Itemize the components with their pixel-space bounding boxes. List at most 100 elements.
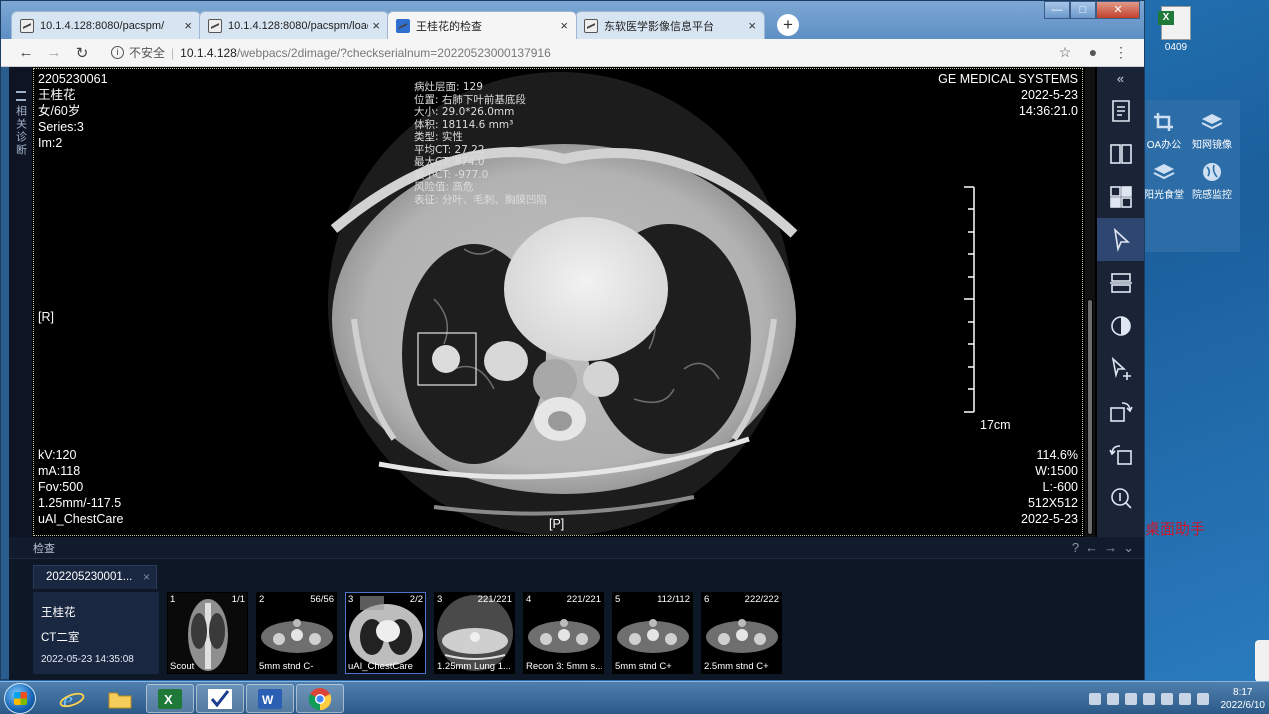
help-tray-icon[interactable] (1106, 692, 1119, 705)
layout-tool[interactable] (1097, 175, 1144, 218)
taskbar-word[interactable]: W (246, 684, 294, 713)
browser-tab[interactable]: 10.1.4.128:8080/pacspm/load × (199, 11, 389, 39)
crop-icon (1154, 113, 1173, 131)
desktop-shortcut-monitor[interactable]: 院感监控 (1188, 162, 1236, 201)
help-icon[interactable]: ? (1072, 540, 1079, 556)
desktop-shortcut-panel: OA办公 知网镜像 阳光食堂 院感监控 (1140, 100, 1240, 252)
scanner-info-overlay: GE MEDICAL SYSTEMS 2022-5-23 14:36:21.0 (938, 71, 1078, 119)
stack-icon (1109, 272, 1132, 293)
ma-value: mA:118 (38, 464, 81, 478)
study-panel-title: 检查 (33, 542, 55, 555)
lesion-max-ct: 最大CT: 874.0 (414, 156, 485, 168)
desktop-assistant-label[interactable]: 桌面助手 (1145, 518, 1205, 539)
action-center-icon[interactable] (1196, 692, 1209, 705)
tab-close-icon[interactable]: × (748, 18, 756, 33)
desktop-side-widget[interactable] (1255, 640, 1269, 682)
pointer-tool[interactable] (1097, 218, 1144, 261)
series-image-count: 221/221 (477, 594, 512, 605)
rotate-left-tool[interactable] (1097, 433, 1144, 476)
new-tab-button[interactable]: + (777, 14, 799, 36)
desktop-shortcut-label: OA办公 (1146, 140, 1182, 151)
network-icon[interactable] (1178, 692, 1191, 705)
keyboard-icon[interactable] (1088, 692, 1101, 705)
related-diagnosis-panel-toggle[interactable]: 相关诊断 (9, 67, 32, 537)
zoom-fit-tool[interactable] (1097, 476, 1144, 519)
menu-icon (15, 91, 26, 101)
kv-value: kV:120 (38, 448, 77, 462)
close-window-button[interactable]: ✕ (1096, 1, 1140, 19)
window-level: L:-600 (1042, 480, 1078, 494)
lesion-features: 表征: 分叶、毛刺、胸膜凹陷 (414, 193, 547, 206)
orientation-posterior-marker: [P] (549, 517, 565, 531)
browser-tab[interactable]: 东软医学影像信息平台 × (575, 11, 765, 39)
minimize-button[interactable]: — (1044, 1, 1070, 19)
add-pointer-icon (1111, 356, 1131, 380)
tab-close-icon[interactable]: × (372, 18, 380, 33)
back-button[interactable]: ← (15, 44, 37, 61)
series-thumbnail[interactable]: 5 112/112 5mm stnd C+ (612, 592, 693, 674)
series-thumbnail[interactable]: 4 221/221 Recon 3: 5mm s... (523, 592, 604, 674)
image-favicon-icon (584, 18, 598, 33)
info-icon[interactable]: i (111, 46, 124, 59)
taskbar-ie[interactable]: e (48, 684, 96, 713)
address-bar[interactable]: i 不安全 | 10.1.4.128 /webpacs/2dimage/?che… (111, 44, 551, 61)
grid-layout-icon (1109, 185, 1132, 208)
desktop-shortcut-canteen[interactable]: 阳光食堂 (1140, 162, 1188, 201)
series-thumbnail[interactable]: 2 56/56 5mm stnd C- (256, 592, 337, 674)
study-tab-label: 202205230001... (46, 571, 133, 583)
volume-icon[interactable] (1160, 692, 1173, 705)
study-date: 2022-5-23 (1021, 88, 1078, 102)
series-number: Series:3 (38, 120, 84, 134)
desktop-shortcut-oa[interactable]: OA办公 (1140, 112, 1188, 151)
series-thumbnail[interactable]: 3 221/221 1.25mm Lung 1... (434, 592, 515, 674)
add-annotation-tool[interactable] (1097, 347, 1144, 390)
maximize-button[interactable]: □ (1070, 1, 1096, 19)
excel-file-shortcut[interactable]: X 0409 (1156, 6, 1196, 53)
taskbar-excel[interactable]: X (146, 684, 194, 713)
ct-image-viewport[interactable]: 2205230061 王桂花 女/60岁 Series:3 Im:2 GE ME… (33, 68, 1083, 536)
previous-arrow-icon[interactable]: ← (1085, 540, 1098, 556)
browser-tab-active[interactable]: 王桂花的检查 × (387, 11, 577, 39)
folder-icon (108, 692, 132, 708)
window-level-tool[interactable] (1097, 304, 1144, 347)
tab-title: 10.1.4.128:8080/pacspm/ (40, 19, 165, 32)
taskbar-task-app[interactable] (196, 684, 244, 713)
browser-tab[interactable]: 10.1.4.128:8080/pacspm/ × (11, 11, 201, 39)
study-panel-header: 检查 ? ← → ⌄ (9, 537, 1144, 559)
related-diagnosis-label: 相关诊断 (14, 105, 27, 157)
stack-tool[interactable] (1097, 261, 1144, 304)
series-thumbnail[interactable]: 1 1/1 Scout (167, 592, 248, 674)
reload-button[interactable]: ↻ (71, 44, 93, 62)
show-hidden-icons[interactable] (1142, 692, 1155, 705)
tab-title: 东软医学影像信息平台 (604, 20, 714, 33)
series-thumbnail[interactable]: 3 2/2 uAI_ChestCare (345, 592, 426, 674)
desktop-shortcut-cnki[interactable]: 知网镜像 (1188, 112, 1236, 151)
collapse-tools-button[interactable]: « (1097, 67, 1144, 89)
study-tab[interactable]: 202205230001... × (33, 565, 157, 589)
collapse-panel-icon[interactable]: ⌄ (1123, 540, 1134, 556)
series-thumbnail[interactable]: 6 222/222 2.5mm stnd C+ (701, 592, 782, 674)
start-button[interactable] (4, 683, 36, 714)
forward-button[interactable]: → (43, 44, 65, 61)
rotate-right-tool[interactable] (1097, 390, 1144, 433)
series-name: Recon 3: 5mm s... (526, 661, 602, 672)
input-method-icon[interactable] (1124, 692, 1137, 705)
window-width: W:1500 (1035, 464, 1078, 478)
menu-dots-icon[interactable]: ⋮ (1110, 44, 1132, 61)
image-scrollbar[interactable] (1085, 67, 1095, 537)
profile-icon[interactable]: ● (1082, 44, 1104, 61)
bookmark-star-icon[interactable]: ☆ (1054, 44, 1076, 61)
next-arrow-icon[interactable]: → (1104, 540, 1117, 556)
study-summary[interactable]: 王桂花 CT二室 2022-05-23 14:35:08 (33, 592, 159, 674)
close-study-icon[interactable]: × (143, 566, 150, 588)
taskbar-explorer[interactable] (96, 684, 144, 713)
lesion-size: 大小: 29.0*26.0mm (414, 106, 515, 118)
tab-close-icon[interactable]: × (560, 18, 568, 33)
display-info-overlay: 114.6% W:1500 L:-600 512X512 2022-5-23 (1021, 447, 1078, 527)
tab-close-icon[interactable]: × (184, 18, 192, 33)
report-tool[interactable] (1097, 89, 1144, 132)
scrollbar-thumb[interactable] (1087, 299, 1093, 535)
system-clock[interactable]: 8:17 2022/6/10 (1221, 686, 1266, 712)
taskbar-chrome[interactable] (296, 684, 344, 713)
split-view-tool[interactable] (1097, 132, 1144, 175)
